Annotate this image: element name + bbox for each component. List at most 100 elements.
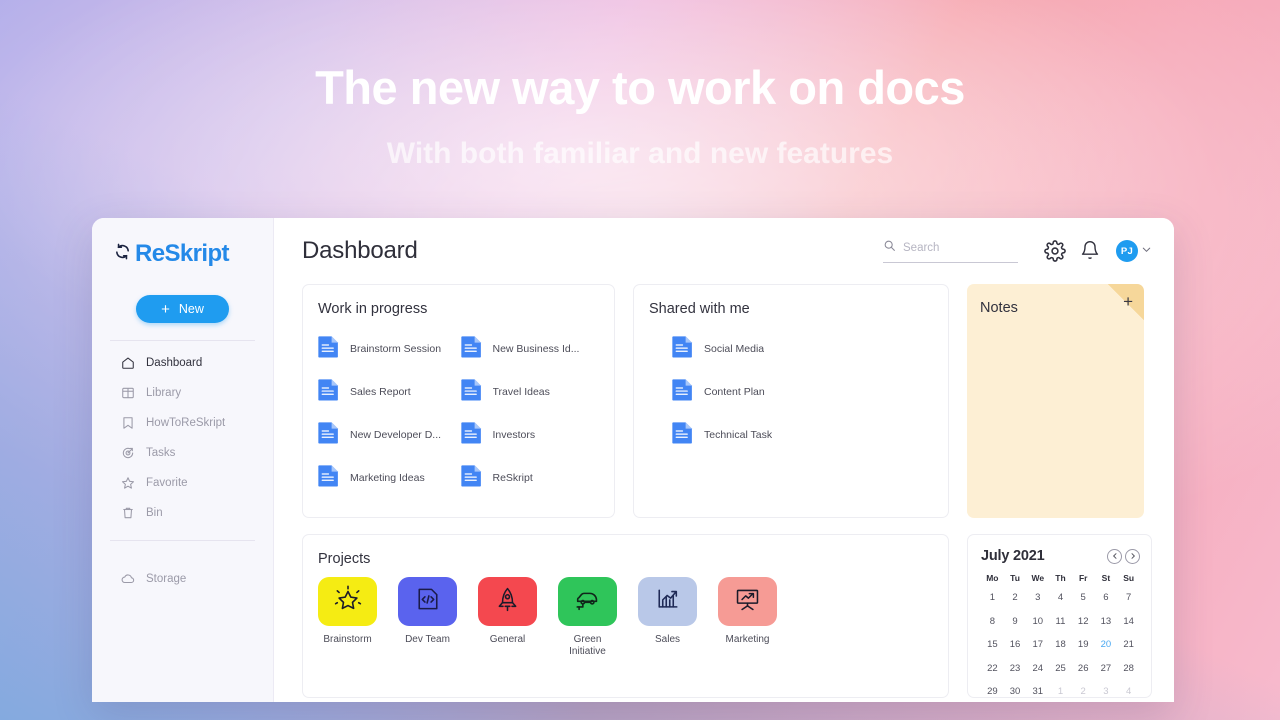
- project-green-initiative[interactable]: Green Initiative: [558, 577, 617, 657]
- calendar-day[interactable]: 6: [1095, 586, 1118, 610]
- calendar-day[interactable]: 23: [1004, 657, 1027, 681]
- hero-subtitle: With both familiar and new features: [386, 137, 894, 170]
- calendar-day[interactable]: 24: [1026, 657, 1049, 681]
- list-item[interactable]: Travel Ideas: [459, 370, 602, 413]
- calendar-day[interactable]: 30: [1004, 680, 1027, 702]
- project-brainstorm[interactable]: Brainstorm: [318, 577, 377, 657]
- project-general[interactable]: General: [478, 577, 537, 657]
- card-shared-with-me: Shared with me Social Media Content Plan…: [633, 284, 949, 518]
- star-icon: [121, 476, 135, 490]
- calendar-day[interactable]: 20: [1095, 633, 1118, 657]
- calendar-day[interactable]: 7: [1117, 586, 1140, 610]
- calendar-day[interactable]: 2: [1004, 586, 1027, 610]
- project-dev-team[interactable]: Dev Team: [398, 577, 457, 657]
- list-item[interactable]: Content Plan: [647, 370, 935, 413]
- calendar-day[interactable]: 1: [1049, 680, 1072, 702]
- list-item[interactable]: ReSkript: [459, 456, 602, 499]
- calendar-day[interactable]: 4: [1117, 680, 1140, 702]
- search-box[interactable]: [883, 239, 1018, 263]
- calendar-day[interactable]: 22: [981, 657, 1004, 681]
- calendar-weekday: We: [1031, 573, 1045, 583]
- calendar-prev-button[interactable]: [1107, 548, 1122, 564]
- calendar-day[interactable]: 10: [1026, 610, 1049, 634]
- calendar-day[interactable]: 3: [1026, 586, 1049, 610]
- calendar-day[interactable]: 26: [1072, 657, 1095, 681]
- document-name: Brainstorm Session: [350, 342, 442, 355]
- dashboard-content: Work in progress Brainstorm Session New …: [274, 284, 1174, 702]
- calendar-day[interactable]: 5: [1072, 586, 1095, 610]
- calendar-day[interactable]: 19: [1072, 633, 1095, 657]
- project-tile: [398, 577, 457, 626]
- app-logo[interactable]: ReSkript: [92, 240, 273, 268]
- calendar-next-button[interactable]: [1125, 548, 1140, 564]
- sidebar-item-label: Dashboard: [146, 356, 203, 369]
- calendar-day[interactable]: 13: [1095, 610, 1118, 634]
- list-item[interactable]: Investors: [459, 413, 602, 456]
- project-sales[interactable]: Sales: [638, 577, 697, 657]
- work-in-progress-list: Brainstorm Session New Business Id... Sa…: [316, 327, 601, 499]
- list-item[interactable]: Marketing Ideas: [316, 456, 459, 499]
- list-item[interactable]: Technical Task: [647, 413, 935, 456]
- bell-icon[interactable]: [1080, 240, 1102, 262]
- electric-car-icon: [573, 584, 603, 619]
- new-button[interactable]: + New: [136, 295, 229, 323]
- sidebar-item-label: Bin: [146, 506, 163, 519]
- calendar-day[interactable]: 15: [981, 633, 1004, 657]
- calendar-day[interactable]: 3: [1095, 680, 1118, 702]
- calendar-day[interactable]: 28: [1117, 657, 1140, 681]
- calendar-day[interactable]: 31: [1026, 680, 1049, 702]
- card-title: Work in progress: [318, 301, 428, 317]
- new-button-label: New: [178, 302, 204, 316]
- calendar-day[interactable]: 4: [1049, 586, 1072, 610]
- sidebar-item-howtoreskript[interactable]: HowToReSkript: [92, 412, 273, 433]
- sidebar-item-bin[interactable]: Bin: [92, 502, 273, 523]
- calendar-day[interactable]: 16: [1004, 633, 1027, 657]
- sidebar-item-library[interactable]: Library: [92, 382, 273, 403]
- search-input[interactable]: [903, 242, 1018, 254]
- list-item[interactable]: New Developer D...: [316, 413, 459, 456]
- list-item[interactable]: Brainstorm Session: [316, 327, 459, 370]
- list-item[interactable]: Social Media: [647, 327, 935, 370]
- project-tile: [318, 577, 377, 626]
- calendar-weekday: Mo: [986, 573, 999, 583]
- calendar-day[interactable]: 18: [1049, 633, 1072, 657]
- calendar-day[interactable]: 27: [1095, 657, 1118, 681]
- list-item[interactable]: New Business Id...: [459, 327, 602, 370]
- calendar-day[interactable]: 11: [1049, 610, 1072, 634]
- hero-section: The new way to work on docs With both fa…: [0, 0, 1280, 171]
- calendar-day[interactable]: 12: [1072, 610, 1095, 634]
- project-tile: [718, 577, 777, 626]
- sidebar-item-favorite[interactable]: Favorite: [92, 472, 273, 493]
- plus-icon: +: [161, 300, 170, 318]
- calendar-day[interactable]: 29: [981, 680, 1004, 702]
- project-label: Green Initiative: [569, 634, 606, 657]
- trash-icon: [121, 506, 135, 520]
- projects-list: Brainstorm Dev Team General Green Initia…: [316, 577, 935, 657]
- document-icon: [316, 377, 341, 407]
- user-menu[interactable]: PJ: [1116, 240, 1152, 262]
- sidebar-item-tasks[interactable]: Tasks: [92, 442, 273, 463]
- bar-chart-arrow-icon: [654, 585, 682, 618]
- project-marketing[interactable]: Marketing: [718, 577, 777, 657]
- document-name: Travel Ideas: [492, 385, 550, 398]
- calendar-day[interactable]: 9: [1004, 610, 1027, 634]
- sidebar-item-storage[interactable]: Storage: [92, 568, 273, 589]
- calendar-day[interactable]: 2: [1072, 680, 1095, 702]
- sidebar-item-dashboard[interactable]: Dashboard: [92, 352, 273, 373]
- sidebar-divider-bottom: [110, 540, 255, 541]
- calendar-day[interactable]: 25: [1049, 657, 1072, 681]
- document-icon: [459, 334, 484, 364]
- calendar-day[interactable]: 17: [1026, 633, 1049, 657]
- sidebar-item-label: Tasks: [146, 446, 176, 459]
- calendar-day[interactable]: 8: [981, 610, 1004, 634]
- presentation-chart-icon: [733, 585, 762, 619]
- document-name: New Business Id...: [492, 342, 580, 355]
- gear-icon[interactable]: [1044, 240, 1066, 262]
- card-title: Projects: [318, 551, 371, 567]
- calendar-day[interactable]: 14: [1117, 610, 1140, 634]
- calendar-header: July 2021: [981, 548, 1140, 564]
- calendar-day[interactable]: 1: [981, 586, 1004, 610]
- add-note-button[interactable]: +: [1123, 293, 1133, 310]
- list-item[interactable]: Sales Report: [316, 370, 459, 413]
- calendar-day[interactable]: 21: [1117, 633, 1140, 657]
